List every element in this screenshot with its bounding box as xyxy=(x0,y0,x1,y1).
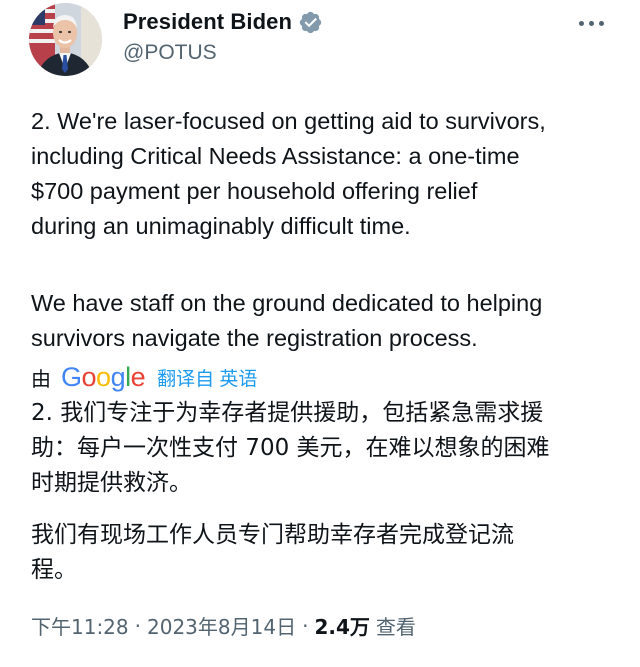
views-count: 2.4万 xyxy=(314,615,370,639)
google-logo: Google xyxy=(61,361,146,392)
tweet-meta: 下午11:28 · 2023年8月14日 · 2.4万 查看 xyxy=(31,611,416,640)
avatar-portrait-image xyxy=(29,3,102,76)
tweet-text-paragraph-1: 2. We're laser-focused on getting aid to… xyxy=(31,108,546,239)
tweet-date-link[interactable]: 2023年8月14日 xyxy=(147,611,296,640)
author-handle[interactable]: @POTUS xyxy=(123,41,217,65)
translated-by-label: 由 xyxy=(31,368,51,391)
translation-paragraph-2: 我们有现场工作人员专门帮助幸存者完成登记流 程。 xyxy=(31,522,514,583)
author-display-name[interactable]: President Biden xyxy=(123,9,292,35)
translated-from-link[interactable]: 翻译自 英语 xyxy=(157,364,257,391)
translation-paragraph-1: 2. 我们专注于为幸存者提供援助，包括紧急需求援 助：每户一次性支付 700 美… xyxy=(31,400,550,496)
author-name-row: President Biden xyxy=(123,9,323,35)
views-label: 查看 xyxy=(375,615,416,639)
verified-badge-icon[interactable] xyxy=(298,10,323,35)
meta-separator: · xyxy=(302,613,309,638)
avatar[interactable] xyxy=(29,3,102,76)
tweet-card: President Biden @POTUS 2. We're laser-fo… xyxy=(0,0,640,667)
more-options-icon[interactable] xyxy=(572,10,610,36)
translation-attribution: 由 Google 翻译自 英语 xyxy=(31,360,257,394)
tweet-text-paragraph-2: We have staff on the ground dedicated to… xyxy=(31,290,543,351)
tweet-time-link[interactable]: 下午11:28 xyxy=(31,611,129,640)
meta-separator: · xyxy=(134,613,141,638)
